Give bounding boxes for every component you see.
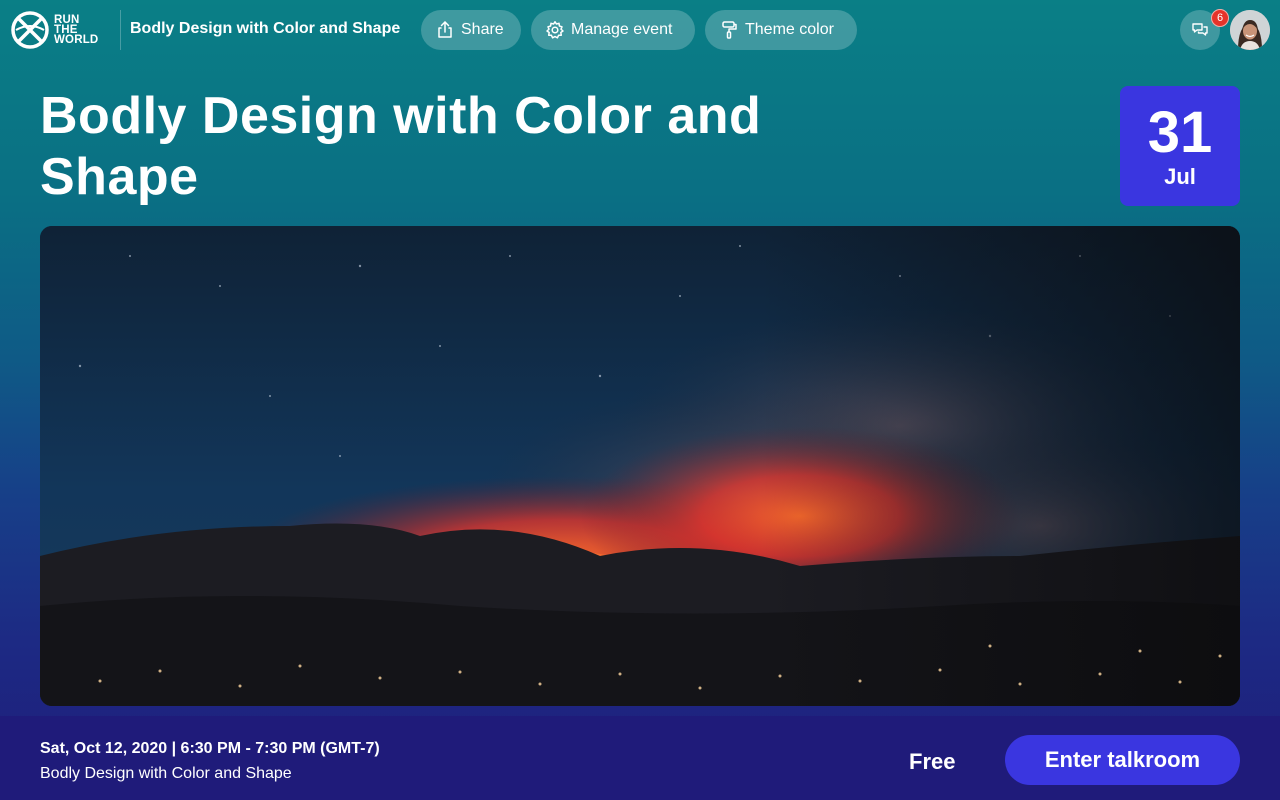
logo-globe-icon: [11, 11, 49, 49]
ticket-price: Free: [909, 749, 956, 774]
wildfire-illustration: [40, 226, 1240, 706]
run-the-world-logo[interactable]: RUN THE WORLD: [10, 10, 98, 50]
user-avatar[interactable]: [1230, 10, 1270, 50]
event-datetime: Sat, Oct 12, 2020 | 6:30 PM - 7:30 PM (G…: [40, 740, 380, 757]
header-event-name: Bodly Design with Color and Shape: [130, 20, 401, 37]
manage-event-button-label: Manage event: [571, 21, 673, 38]
event-date-card: 31 Jul: [1120, 86, 1240, 206]
event-footer-bar: Sat, Oct 12, 2020 | 6:30 PM - 7:30 PM (G…: [0, 716, 1280, 800]
footer-event-name: Bodly Design with Color and Shape: [40, 765, 292, 782]
share-icon: [438, 21, 452, 38]
theme-color-button[interactable]: Theme color: [705, 10, 857, 50]
top-bar: RUN THE WORLD Bodly Design with Color an…: [0, 0, 1280, 60]
logo-line: WORLD: [54, 34, 99, 46]
share-button[interactable]: Share: [421, 10, 521, 50]
gear-icon: [546, 21, 564, 39]
notification-badge: 6: [1211, 9, 1229, 27]
paint-roller-icon: [722, 21, 737, 39]
enter-talkroom-button[interactable]: Enter talkroom: [1005, 735, 1240, 785]
header-divider: [120, 10, 121, 50]
share-button-label: Share: [461, 21, 504, 38]
date-month: Jul: [1164, 164, 1196, 189]
theme-color-button-label: Theme color: [745, 21, 834, 38]
event-cover-image: [40, 226, 1240, 706]
event-title: Bodly Design with Color and Shape: [40, 87, 762, 206]
logo-wordmark: RUN THE WORLD: [54, 14, 99, 46]
avatar-image: [1230, 10, 1270, 50]
manage-event-button[interactable]: Manage event: [531, 10, 695, 50]
date-day: 31: [1147, 100, 1213, 165]
chat-icon: [1192, 23, 1208, 36]
